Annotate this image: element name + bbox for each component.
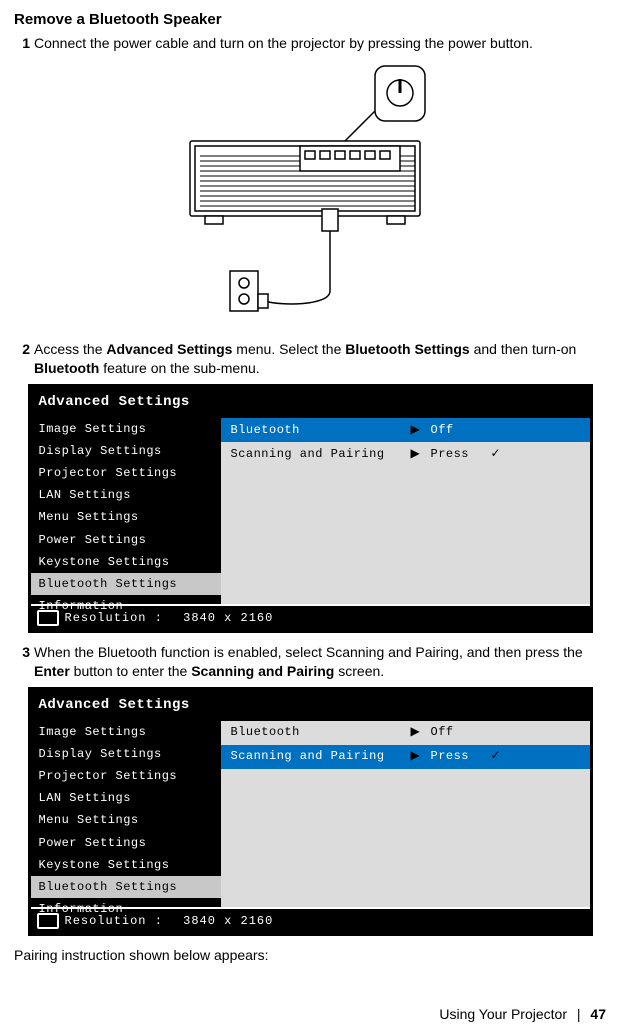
section-heading: Remove a Bluetooth Speaker	[14, 10, 606, 30]
step-text: When the Bluetooth function is enabled, …	[34, 643, 606, 681]
row-label: Scanning and Pairing	[231, 446, 411, 462]
projector-power-figure	[14, 61, 606, 326]
check-icon: ✓	[491, 748, 511, 764]
menu-title: Advanced Settings	[31, 387, 590, 418]
footer-section: Using Your Projector	[439, 1006, 567, 1022]
step-text: Connect the power cable and turn on the …	[34, 34, 606, 53]
resolution-value: 3840 x 2160	[183, 913, 273, 929]
step-text: Access the Advanced Settings menu. Selec…	[34, 340, 606, 378]
menu-item[interactable]: Power Settings	[31, 529, 221, 551]
menu-screenshot-1: Advanced Settings Image Settings Display…	[28, 384, 593, 633]
step-number: 1	[14, 34, 30, 53]
menu-item[interactable]: Display Settings	[31, 440, 221, 462]
menu-item[interactable]: Keystone Settings	[31, 551, 221, 573]
row-value: Off	[431, 422, 491, 438]
footer-page-number: 47	[590, 1006, 606, 1022]
menu-item[interactable]: Projector Settings	[31, 765, 221, 787]
menu-right-pane: Bluetooth ▶ Off Scanning and Pairing ▶ P…	[221, 721, 590, 907]
resolution-label: Resolution :	[65, 913, 163, 929]
chevron-right-icon: ▶	[411, 446, 431, 462]
footer-separator: |	[577, 1006, 581, 1022]
row-label: Scanning and Pairing	[231, 748, 411, 764]
menu-item[interactable]: Menu Settings	[31, 809, 221, 831]
menu-left-column: Image Settings Display Settings Projecto…	[31, 418, 221, 604]
resolution-value: 3840 x 2160	[183, 610, 273, 626]
step-2: 2 Access the Advanced Settings menu. Sel…	[14, 340, 606, 378]
menu-item[interactable]: LAN Settings	[31, 484, 221, 506]
menu-item[interactable]: Image Settings	[31, 418, 221, 440]
menu-item[interactable]: Power Settings	[31, 832, 221, 854]
row-label: Bluetooth	[231, 422, 411, 438]
submenu-row-scanning[interactable]: Scanning and Pairing ▶ Press ✓	[221, 745, 590, 769]
menu-item[interactable]: Keystone Settings	[31, 854, 221, 876]
menu-right-pane: Bluetooth ▶ Off Scanning and Pairing ▶ P…	[221, 418, 590, 604]
menu-item[interactable]: Image Settings	[31, 721, 221, 743]
menu-item[interactable]: Projector Settings	[31, 462, 221, 484]
submenu-row-bluetooth[interactable]: Bluetooth ▶ Off	[221, 721, 590, 745]
monitor-icon	[37, 913, 59, 929]
menu-item[interactable]: LAN Settings	[31, 787, 221, 809]
menu-item[interactable]: Display Settings	[31, 743, 221, 765]
chevron-right-icon: ▶	[411, 748, 431, 764]
menu-item-selected[interactable]: Bluetooth Settings	[31, 876, 221, 898]
pairing-note: Pairing instruction shown below appears:	[14, 946, 606, 965]
step-number: 3	[14, 643, 30, 681]
chevron-right-icon: ▶	[411, 422, 431, 438]
step-number: 2	[14, 340, 30, 378]
menu-title: Advanced Settings	[31, 690, 590, 721]
resolution-label: Resolution :	[65, 610, 163, 626]
chevron-right-icon: ▶	[411, 724, 431, 740]
step-3: 3 When the Bluetooth function is enabled…	[14, 643, 606, 681]
submenu-row-bluetooth[interactable]: Bluetooth ▶ Off	[221, 418, 590, 442]
step-1: 1 Connect the power cable and turn on th…	[14, 34, 606, 53]
check-icon: ✓	[491, 446, 511, 462]
menu-item-selected[interactable]: Bluetooth Settings	[31, 573, 221, 595]
menu-item[interactable]: Menu Settings	[31, 506, 221, 528]
menu-screenshot-2: Advanced Settings Image Settings Display…	[28, 687, 593, 936]
submenu-row-scanning[interactable]: Scanning and Pairing ▶ Press ✓	[221, 442, 590, 466]
row-label: Bluetooth	[231, 724, 411, 740]
page-footer: Using Your Projector | 47	[14, 1005, 606, 1024]
monitor-icon	[37, 610, 59, 626]
row-value: Press	[431, 446, 491, 462]
menu-left-column: Image Settings Display Settings Projecto…	[31, 721, 221, 907]
row-value: Press	[431, 748, 491, 764]
row-value: Off	[431, 724, 491, 740]
